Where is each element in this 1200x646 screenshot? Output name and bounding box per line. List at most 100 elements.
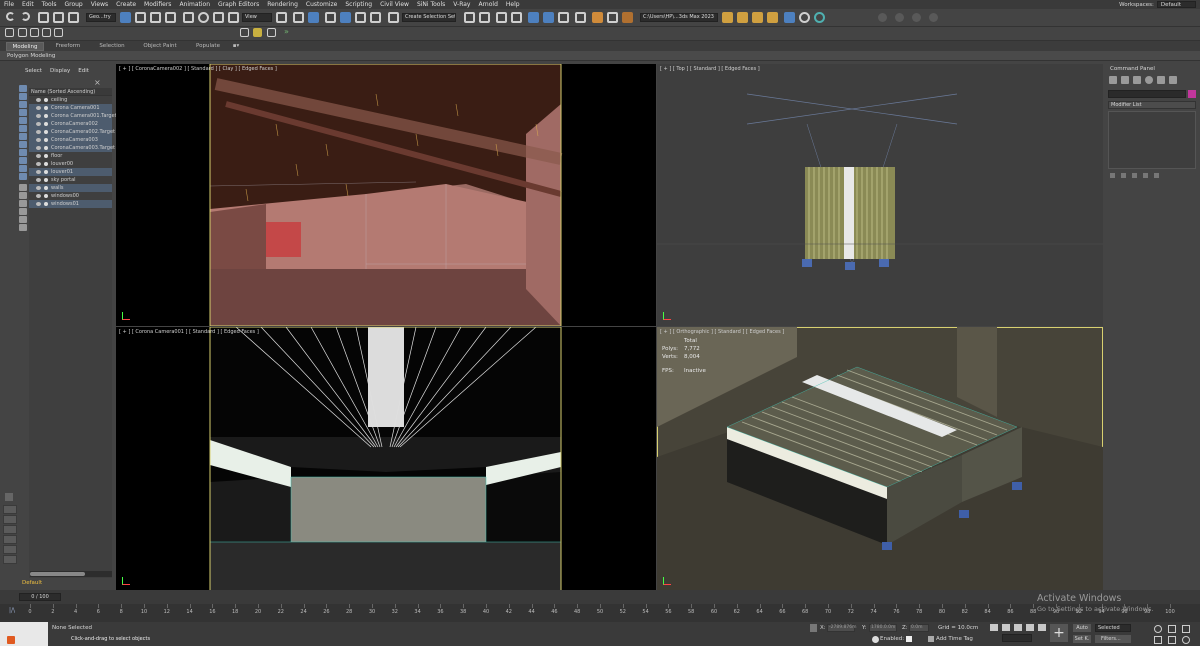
menu-customize[interactable]: Customize	[302, 1, 342, 8]
modify-tab-icon[interactable]	[1121, 76, 1129, 84]
viewport-camera001[interactable]: [ + ] [ Corona Camera001 ] [ Standard ] …	[116, 327, 656, 591]
filter-frozen-icon[interactable]	[19, 165, 27, 172]
filter-hidden-icon[interactable]	[19, 173, 27, 180]
menu-v-ray[interactable]: V-Ray	[449, 1, 474, 8]
visibility-eye-icon[interactable]	[36, 154, 41, 158]
viewport-label[interactable]: [ + ] [ Orthographic ] [ Standard ] [ Ed…	[660, 329, 784, 335]
visibility-eye-icon[interactable]	[36, 98, 41, 102]
filter-lights-icon[interactable]	[19, 101, 27, 108]
display-tab-icon[interactable]	[1157, 76, 1165, 84]
filter-helpers-icon[interactable]	[19, 117, 27, 124]
edit-named-selection-icon[interactable]	[388, 12, 399, 23]
scene-item[interactable]: louver01	[29, 168, 112, 176]
visibility-eye-icon[interactable]	[36, 122, 41, 126]
project-folder-icon[interactable]	[722, 12, 733, 23]
zoom-extents-icon[interactable]	[1168, 625, 1176, 633]
window-crossing-icon[interactable]	[165, 12, 176, 23]
set-key-icon[interactable]: +	[1050, 624, 1068, 642]
viewport-top[interactable]: [ + ] [ Top ] [ Standard ] [ Edged Faces…	[657, 64, 1103, 326]
tab-selection[interactable]: Selection	[94, 42, 130, 51]
isolate-icon[interactable]	[240, 28, 249, 37]
snap-3d-icon[interactable]	[18, 28, 27, 37]
go-to-end-icon[interactable]	[1038, 624, 1046, 631]
menu-sini-tools[interactable]: SiNi Tools	[413, 1, 449, 8]
rendered-frame-window-icon[interactable]	[607, 12, 618, 23]
toggle-layer-explorer-icon[interactable]	[511, 12, 522, 23]
mirror-icon[interactable]	[464, 12, 475, 23]
visibility-eye-icon[interactable]	[36, 194, 41, 198]
tab-modeling[interactable]: Modeling	[6, 42, 44, 51]
modifier-list-dropdown[interactable]: Modifier List	[1108, 101, 1196, 109]
viewport-label[interactable]: [ + ] [ Corona Camera001 ] [ Standard ] …	[119, 329, 259, 335]
visibility-eye-icon[interactable]	[36, 170, 41, 174]
time-slider-thumb[interactable]: 0 / 100	[19, 593, 61, 601]
layout-tab-6[interactable]	[3, 555, 17, 564]
select-manipulate-icon[interactable]	[293, 12, 304, 23]
y-coordinate-field[interactable]: 1780.0.0m	[869, 624, 897, 632]
menu-edit[interactable]: Edit	[18, 1, 38, 8]
curve-editor-icon[interactable]	[543, 12, 554, 23]
layout-tab-4[interactable]	[3, 535, 17, 544]
pivot-center-icon[interactable]	[276, 12, 287, 23]
bind-spacewarp-icon[interactable]	[68, 12, 79, 23]
render-setup-icon[interactable]	[592, 12, 603, 23]
menu-views[interactable]: Views	[87, 1, 112, 8]
go-to-start-icon[interactable]	[990, 624, 998, 631]
render-production-icon[interactable]	[622, 12, 633, 23]
key-filters-button[interactable]: Filters...	[1095, 635, 1131, 643]
filter-xrefs-icon[interactable]	[19, 141, 27, 148]
tab-freeform[interactable]: Freeform	[50, 42, 86, 51]
filter-spacewarps-icon[interactable]	[19, 125, 27, 132]
menu-rendering[interactable]: Rendering	[263, 1, 302, 8]
active-tool-icon[interactable]	[784, 12, 795, 23]
plugin-c-icon[interactable]	[912, 13, 921, 22]
angle-snap-icon[interactable]	[340, 12, 351, 23]
rectangular-selection-icon[interactable]	[150, 12, 161, 23]
scale-icon[interactable]	[213, 12, 224, 23]
undo-icon[interactable]	[6, 12, 15, 21]
snaps-toggle-icon[interactable]	[325, 12, 336, 23]
plugin-a-icon[interactable]	[878, 13, 887, 22]
se-menu-display[interactable]: Display	[50, 68, 70, 77]
make-unique-icon[interactable]	[1132, 173, 1137, 178]
chevrons-icon[interactable]: »	[282, 28, 291, 37]
current-layer[interactable]: Default	[22, 580, 42, 586]
viewport-orthographic[interactable]: [ + ] [ Orthographic ] [ Standard ] [ Ed…	[657, 327, 1103, 591]
menu-modifiers[interactable]: Modifiers	[140, 1, 175, 8]
plugin-d-icon[interactable]	[929, 13, 938, 22]
zoom-icon[interactable]	[1154, 625, 1162, 633]
scene-explorer-scrollbar[interactable]	[30, 571, 112, 577]
snap-2d-icon[interactable]	[5, 28, 14, 37]
next-frame-icon[interactable]	[1026, 624, 1034, 631]
tab-object-paint[interactable]: Object Paint	[138, 42, 182, 51]
menu-file[interactable]: File	[0, 1, 18, 8]
viewport-label[interactable]: [ + ] [ CoronaCamera002 ] [ Standard ] […	[119, 66, 277, 72]
scene-item[interactable]: CoronaCamera003	[29, 136, 112, 144]
filter-groups-icon[interactable]	[19, 133, 27, 140]
menu-create[interactable]: Create	[112, 1, 140, 8]
object-name-field[interactable]	[1108, 90, 1186, 98]
save-folder-icon[interactable]	[752, 12, 763, 23]
key-filter-dropdown[interactable]: Selected	[1095, 624, 1131, 632]
lock-selection-icon[interactable]	[810, 624, 817, 632]
fov-icon[interactable]	[1154, 636, 1162, 644]
snap-percent-icon[interactable]	[42, 28, 51, 37]
axis-constraint-icon[interactable]	[54, 28, 63, 37]
layout-tab-2[interactable]	[3, 515, 17, 524]
time-slider[interactable]: 0 / 100	[0, 590, 1200, 604]
menu-graph-editors[interactable]: Graph Editors	[214, 1, 263, 8]
unlink-icon[interactable]	[53, 12, 64, 23]
filter-geometry-icon[interactable]	[19, 85, 27, 92]
set-key-button[interactable]: Set K.	[1073, 635, 1091, 643]
menu-help[interactable]: Help	[502, 1, 524, 8]
configure-sets-icon[interactable]	[1154, 173, 1159, 178]
add-time-tag[interactable]: Add Time Tag	[936, 636, 973, 642]
scene-tree-header[interactable]: Name (Sorted Ascending)	[29, 88, 112, 96]
filter-bones-icon[interactable]	[19, 149, 27, 156]
layout-tab-1[interactable]	[3, 505, 17, 514]
current-frame-field[interactable]	[1002, 634, 1032, 642]
visibility-eye-icon[interactable]	[36, 138, 41, 142]
object-color-swatch[interactable]	[1188, 90, 1196, 98]
scene-item[interactable]: CoronaCamera002.Target	[29, 128, 115, 136]
filter-all-icon[interactable]	[19, 184, 27, 191]
